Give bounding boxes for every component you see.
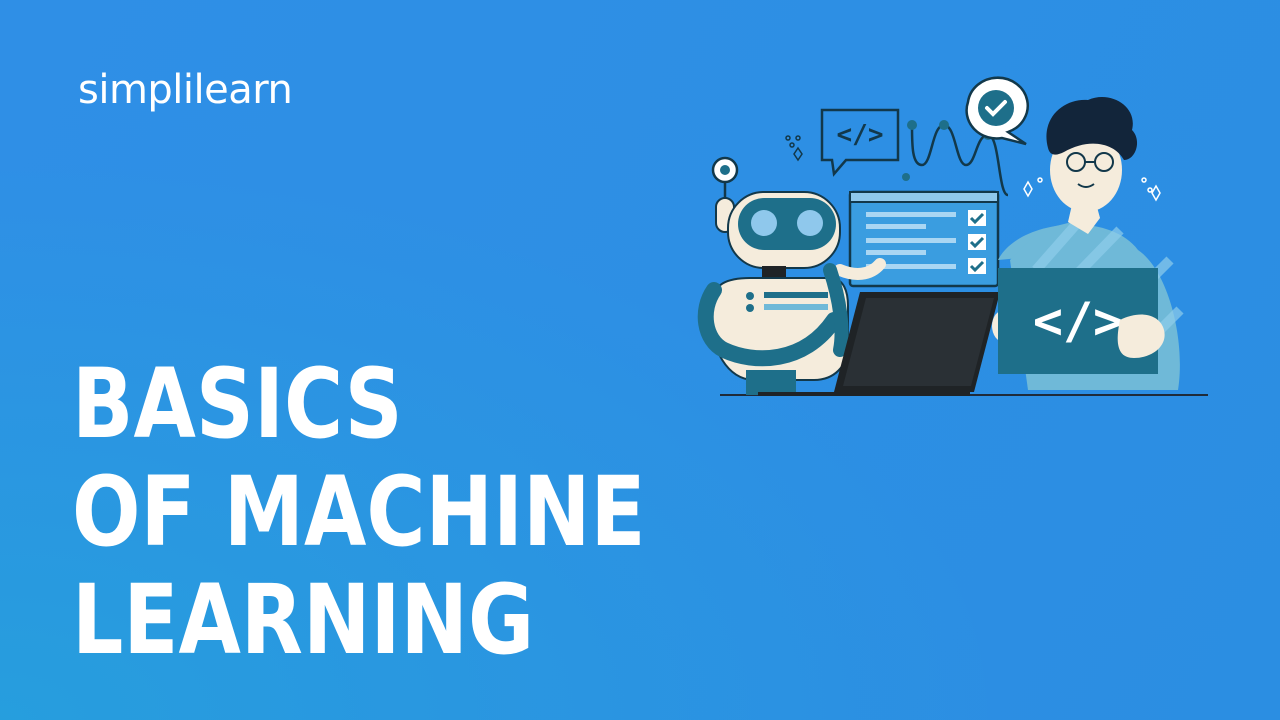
page-title: BASICS OF MACHINE LEARNING (72, 350, 646, 674)
check-bubble-icon (965, 76, 1029, 146)
check-icon (968, 210, 986, 226)
sparkle-icons-left (785, 135, 803, 162)
title-line-2: OF MACHINE (72, 456, 646, 568)
bubble-code-text: </> (837, 120, 884, 150)
check-icon (968, 234, 986, 250)
title-line-1: BASICS (72, 348, 403, 460)
simplilearn-logo: simplilearn (78, 67, 293, 113)
machine-learning-illustration: </> </> (697, 76, 1208, 396)
title-line-3: LEARNING (72, 564, 535, 676)
code-bubble-icon: </> (820, 108, 900, 177)
check-icon (968, 258, 986, 274)
card-code-text: </> (1033, 292, 1123, 350)
